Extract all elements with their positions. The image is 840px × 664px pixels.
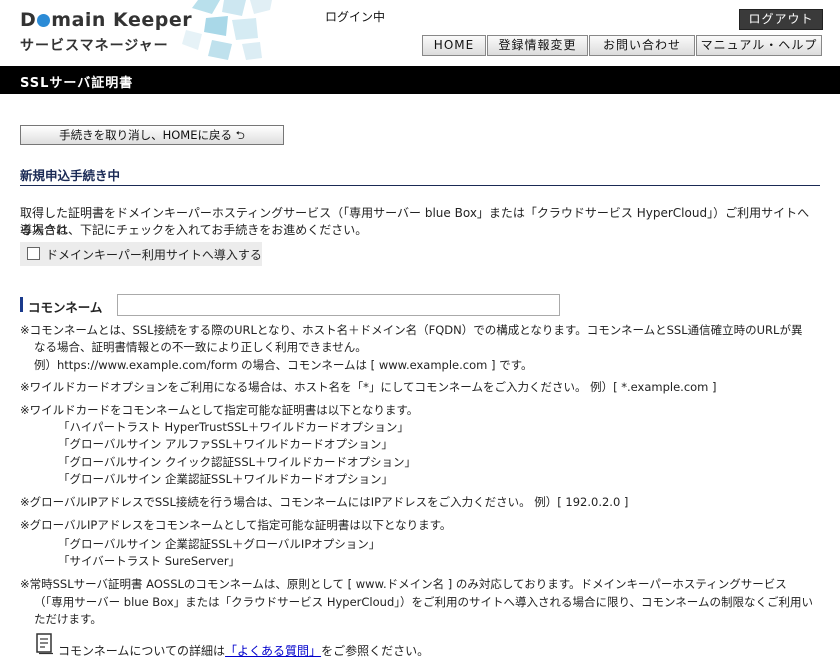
note-line: なる場合、証明書情報との不一致により正しく利用できません。 (34, 340, 367, 354)
note-line: （「専用サーバー blue Box」または「クラウドサービス HyperClou… (34, 595, 813, 609)
note-line: 「サイバートラスト SureServer」 (58, 554, 241, 568)
nav-account-settings[interactable]: 登録情報変更 (487, 35, 588, 56)
logo: Dmain Keeper (20, 9, 193, 31)
note-line: 「グローバルサイン 企業認証SSL＋ワイルドカードオプション」 (58, 472, 394, 486)
cancel-return-home-button[interactable]: 手続きを取り消し、HOMEに戻る ⮌ (20, 125, 284, 145)
nav-contact[interactable]: お問い合わせ (589, 35, 695, 56)
install-checkbox[interactable] (27, 247, 40, 260)
nav-home[interactable]: HOME (422, 35, 486, 56)
note-line: ※常時SSLサーバ証明書 AOSSLのコモンネームは、原則として [ www.ド… (20, 577, 787, 591)
note-line: ※グローバルIPアドレスでSSL接続を行う場合は、コモンネームにはIPアドレスを… (20, 495, 629, 509)
note-line: 「グローバルサイン アルファSSL＋ワイルドカードオプション」 (58, 437, 393, 451)
faq-text: コモンネームについての詳細は「よくある質問」をご参照ください。 (58, 644, 430, 658)
logout-button[interactable]: ログアウト (739, 9, 823, 30)
note-line: 「グローバルサイン クイック認証SSL＋ワイルドカードオプション」 (58, 455, 417, 469)
note-line: ※ワイルドカードオプションをご利用になる場合は、ホスト名を「*」にしてコモンネー… (20, 380, 717, 394)
section-divider (20, 185, 820, 186)
note-line: ※ワイルドカードをコモンネームとして指定可能な証明書は以下となります。 (20, 403, 419, 417)
document-icon (36, 633, 53, 655)
section-title: 新規申込手続き中 (20, 168, 121, 183)
note-line: 「グローバルサイン 企業認証SSL＋グローバルIPオプション」 (58, 537, 381, 551)
nav-manual-help[interactable]: マニュアル・ヘルプ (696, 35, 822, 56)
logo-subtitle: サービスマネージャー (20, 38, 169, 54)
logo-dot-icon (37, 14, 51, 27)
faq-link[interactable]: 「よくある質問」 (225, 644, 321, 658)
login-status: ログイン中 (325, 10, 386, 24)
decorative-tiles-icon (182, 0, 272, 60)
note-line: 例）https://www.example.com/form の場合、コモンネー… (34, 358, 533, 372)
label-marker (20, 297, 23, 312)
page-title: SSLサーバ証明書 (20, 76, 134, 91)
note-line: ※コモンネームとは、SSL接続をする際のURLとなり、ホスト名＋ドメイン名（FQ… (20, 323, 803, 337)
note-line: ただけます。 (34, 612, 102, 626)
install-checkbox-label[interactable]: ドメインキーパー利用サイトへ導入する (46, 246, 262, 263)
intro-line-2: る場合は、下記にチェックを入れてお手続きをお進めください。 (20, 223, 368, 237)
note-line: ※グローバルIPアドレスをコモンネームとして指定可能な証明書は以下となります。 (20, 518, 452, 532)
common-name-input[interactable] (117, 294, 560, 316)
note-line: 「ハイパートラスト HyperTrustSSL＋ワイルドカードオプション」 (58, 420, 409, 434)
common-name-label: コモンネーム (28, 300, 103, 315)
